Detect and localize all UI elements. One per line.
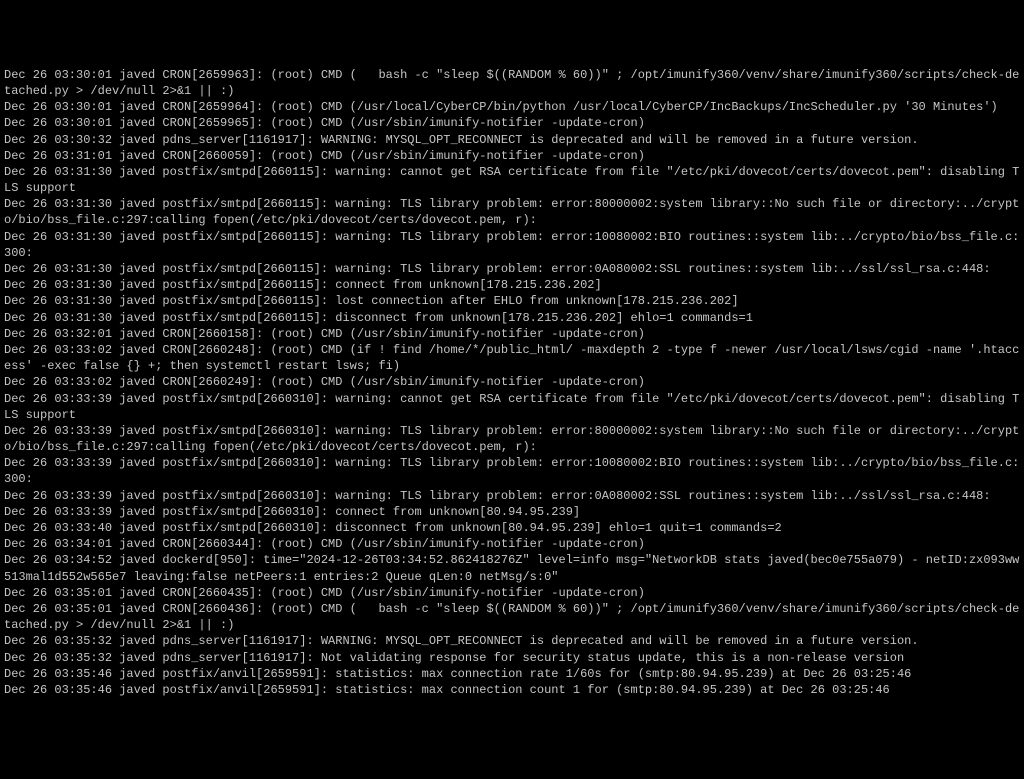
log-line: Dec 26 03:30:01 javed CRON[2659963]: (ro… xyxy=(4,67,1020,99)
log-line: Dec 26 03:33:02 javed CRON[2660249]: (ro… xyxy=(4,374,1020,390)
log-line: Dec 26 03:35:01 javed CRON[2660435]: (ro… xyxy=(4,585,1020,601)
log-line: Dec 26 03:31:30 javed postfix/smtpd[2660… xyxy=(4,310,1020,326)
log-line: Dec 26 03:33:02 javed CRON[2660248]: (ro… xyxy=(4,342,1020,374)
log-line: Dec 26 03:35:46 javed postfix/anvil[2659… xyxy=(4,682,1020,698)
log-line: Dec 26 03:30:32 javed pdns_server[116191… xyxy=(4,132,1020,148)
log-line: Dec 26 03:31:30 javed postfix/smtpd[2660… xyxy=(4,164,1020,196)
log-line: Dec 26 03:31:30 javed postfix/smtpd[2660… xyxy=(4,196,1020,228)
log-line: Dec 26 03:34:01 javed CRON[2660344]: (ro… xyxy=(4,536,1020,552)
log-line: Dec 26 03:33:39 javed postfix/smtpd[2660… xyxy=(4,488,1020,504)
log-line: Dec 26 03:32:01 javed CRON[2660158]: (ro… xyxy=(4,326,1020,342)
log-line: Dec 26 03:35:46 javed postfix/anvil[2659… xyxy=(4,666,1020,682)
log-line: Dec 26 03:33:40 javed postfix/smtpd[2660… xyxy=(4,520,1020,536)
log-line: Dec 26 03:31:30 javed postfix/smtpd[2660… xyxy=(4,293,1020,309)
log-line: Dec 26 03:33:39 javed postfix/smtpd[2660… xyxy=(4,455,1020,487)
log-line: Dec 26 03:31:30 javed postfix/smtpd[2660… xyxy=(4,261,1020,277)
log-line: Dec 26 03:31:30 javed postfix/smtpd[2660… xyxy=(4,277,1020,293)
log-line: Dec 26 03:35:32 javed pdns_server[116191… xyxy=(4,650,1020,666)
log-line: Dec 26 03:35:32 javed pdns_server[116191… xyxy=(4,633,1020,649)
log-line: Dec 26 03:33:39 javed postfix/smtpd[2660… xyxy=(4,504,1020,520)
log-line: Dec 26 03:33:39 javed postfix/smtpd[2660… xyxy=(4,423,1020,455)
log-line: Dec 26 03:31:30 javed postfix/smtpd[2660… xyxy=(4,229,1020,261)
log-line: Dec 26 03:33:39 javed postfix/smtpd[2660… xyxy=(4,391,1020,423)
log-line: Dec 26 03:35:01 javed CRON[2660436]: (ro… xyxy=(4,601,1020,633)
log-line: Dec 26 03:30:01 javed CRON[2659964]: (ro… xyxy=(4,99,1020,115)
log-line: Dec 26 03:31:01 javed CRON[2660059]: (ro… xyxy=(4,148,1020,164)
log-line: Dec 26 03:30:01 javed CRON[2659965]: (ro… xyxy=(4,115,1020,131)
log-line: Dec 26 03:34:52 javed dockerd[950]: time… xyxy=(4,552,1020,584)
terminal-log-output[interactable]: Dec 26 03:30:01 javed CRON[2659963]: (ro… xyxy=(4,67,1020,698)
